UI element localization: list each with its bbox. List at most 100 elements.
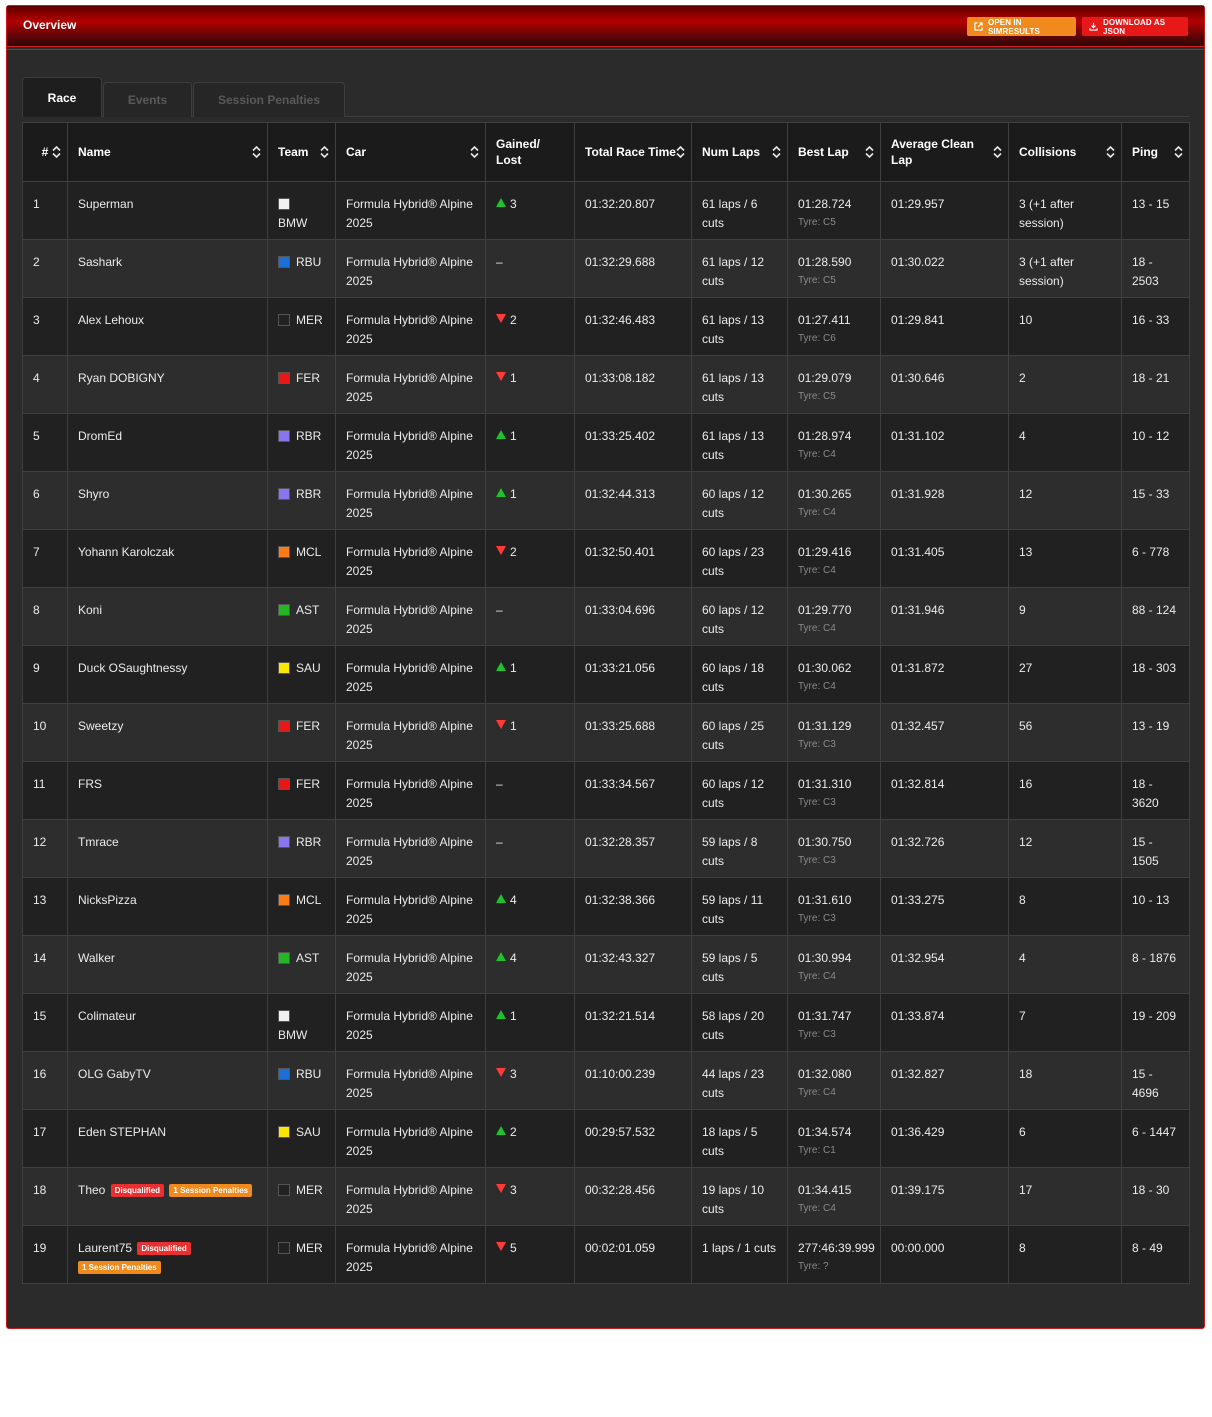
arrow-up-icon <box>496 662 506 671</box>
column-header-best-lap[interactable]: Best Lap <box>787 122 881 182</box>
session-penalties-badge: 1 Session Penalties <box>78 1261 161 1274</box>
race-results-table: # Name Team Car Gained/ Lost Total Race Time N… <box>22 122 1190 1284</box>
disqualified-badge: Disqualified <box>137 1242 191 1255</box>
num-laps-cell: 60 laps / 12 cuts <box>691 761 788 820</box>
total-race-time-cell: 01:32:38.366 <box>574 877 692 936</box>
download-json-button[interactable]: DOWNLOAD AS JSON <box>1082 17 1188 36</box>
team-label: MER <box>296 1183 323 1197</box>
average-clean-lap-cell: 01:30.646 <box>880 355 1009 414</box>
arrow-up-icon <box>496 430 506 439</box>
table-row: 15 Colimateur BMW Formula Hybrid® Alpine 20… <box>22 993 1190 1052</box>
total-race-time-cell: 01:33:08.182 <box>574 355 692 414</box>
team-color-swatch <box>278 1242 290 1254</box>
table-row: 3 Alex Lehoux MER Formula Hybrid® Alpine 20… <box>22 297 1190 356</box>
team-cell: SAU <box>267 645 336 704</box>
table-row: 5 DromEd RBR Formula Hybrid® Alpine 2025 1 01… <box>22 413 1190 472</box>
team-label: MER <box>296 313 323 327</box>
position-change-value: 1 <box>510 1009 517 1023</box>
collisions-cell: 9 <box>1008 587 1122 646</box>
open-in-simresults-button[interactable]: OPEN IN SIMRESULTS <box>967 17 1076 36</box>
sort-icon <box>1106 145 1115 159</box>
driver-name-cell: Ryan DOBIGNY <box>67 355 268 414</box>
average-clean-lap-cell: 01:32.457 <box>880 703 1009 762</box>
best-lap-time: 01:30.994 <box>798 951 852 965</box>
team-color-swatch <box>278 488 290 500</box>
driver-name: Theo <box>78 1183 106 1197</box>
average-clean-lap-cell: 01:30.022 <box>880 239 1009 298</box>
driver-name: Colimateur <box>78 1009 137 1023</box>
tyre-compound: Tyre: C3 <box>798 739 836 750</box>
total-race-time-cell: 01:33:25.402 <box>574 413 692 472</box>
tab-race[interactable]: Race <box>22 77 102 117</box>
table-row: 14 Walker AST Formula Hybrid® Alpine 2025 4 0… <box>22 935 1190 994</box>
driver-name: Superman <box>78 197 134 211</box>
column-header-label: # <box>41 145 49 159</box>
average-clean-lap-cell: 01:29.841 <box>880 297 1009 356</box>
num-laps-cell: 19 laps / 10 cuts <box>691 1167 788 1226</box>
column-header-team[interactable]: Team <box>267 122 336 182</box>
column-header-total-race-time[interactable]: Total Race Time <box>574 122 692 182</box>
tyre-compound: Tyre: C4 <box>798 507 836 518</box>
team-cell: AST <box>267 935 336 994</box>
gained-lost-cell: 1 <box>485 413 575 472</box>
average-clean-lap-cell: 01:33.275 <box>880 877 1009 936</box>
tyre-compound: Tyre: C1 <box>798 1145 836 1156</box>
team-label: MCL <box>296 893 322 907</box>
team-cell: RBR <box>267 471 336 530</box>
best-lap-cell: 01:28.974 Tyre: C4 <box>787 413 881 472</box>
tab-events[interactable]: Events <box>103 82 192 117</box>
best-lap-cell: 01:31.129 Tyre: C3 <box>787 703 881 762</box>
column-header-average-clean-lap[interactable]: Average Clean Lap <box>880 122 1009 182</box>
car-cell: Formula Hybrid® Alpine 2025 <box>335 703 486 762</box>
position-cell: 9 <box>22 645 68 704</box>
ping-cell: 18 - 30 <box>1121 1167 1190 1226</box>
position-change-value: 5 <box>510 1241 517 1255</box>
gained-lost-cell: 2 <box>485 529 575 588</box>
car-cell: Formula Hybrid® Alpine 2025 <box>335 761 486 820</box>
table-row: 2 Sashark RBU Formula Hybrid® Alpine 2025– 0… <box>22 239 1190 298</box>
best-lap-time: 01:30.265 <box>798 487 852 501</box>
position-cell: 4 <box>22 355 68 414</box>
car-cell: Formula Hybrid® Alpine 2025 <box>335 935 486 994</box>
team-color-swatch <box>278 430 290 442</box>
column-header-ping[interactable]: Ping <box>1121 122 1190 182</box>
team-label: AST <box>296 951 320 965</box>
num-laps-cell: 60 laps / 23 cuts <box>691 529 788 588</box>
column-header-collisions[interactable]: Collisions <box>1008 122 1122 182</box>
best-lap-cell: 277:46:39.999 Tyre: ? <box>787 1225 881 1284</box>
tyre-compound: Tyre: C3 <box>798 913 836 924</box>
team-cell: MCL <box>267 877 336 936</box>
num-laps-cell: 1 laps / 1 cuts <box>691 1225 788 1284</box>
ping-cell: 18 - 3620 <box>1121 761 1190 820</box>
column-header-name[interactable]: Name <box>67 122 268 182</box>
sort-icon <box>772 145 781 159</box>
team-label: RBR <box>296 835 322 849</box>
best-lap-time: 01:29.416 <box>798 545 852 559</box>
column-header-gained-lost[interactable]: Gained/ Lost <box>485 122 575 182</box>
team-label: MCL <box>296 545 322 559</box>
tab-session-penalties[interactable]: Session Penalties <box>193 82 345 117</box>
column-header-pos[interactable]: # <box>22 122 68 182</box>
total-race-time-cell: 01:32:28.357 <box>574 819 692 878</box>
driver-name-cell: Alex Lehoux <box>67 297 268 356</box>
collisions-cell: 8 <box>1008 877 1122 936</box>
best-lap-time: 01:28.724 <box>798 197 852 211</box>
best-lap-cell: 01:30.994 Tyre: C4 <box>787 935 881 994</box>
driver-name-cell: Koni <box>67 587 268 646</box>
column-header-car[interactable]: Car <box>335 122 486 182</box>
table-row: 7 Yohann Karolczak MCL Formula Hybrid® Alpi… <box>22 529 1190 588</box>
position-change-value: – <box>496 777 503 791</box>
column-header-num-laps[interactable]: Num Laps <box>691 122 788 182</box>
num-laps-cell: 61 laps / 13 cuts <box>691 413 788 472</box>
table-row: 6 Shyro RBR Formula Hybrid® Alpine 2025 1 01:… <box>22 471 1190 530</box>
best-lap-time: 01:31.610 <box>798 893 852 907</box>
gained-lost-cell: – <box>485 761 575 820</box>
driver-name-cell: NicksPizza <box>67 877 268 936</box>
team-cell: BMW <box>267 993 336 1052</box>
best-lap-cell: 01:28.724 Tyre: C5 <box>787 181 881 240</box>
driver-name: Walker <box>78 951 115 965</box>
position-change-value: 1 <box>510 371 517 385</box>
position-change-value: 3 <box>510 1067 517 1081</box>
table-row: 12 Tmrace RBR Formula Hybrid® Alpine 2025– 0… <box>22 819 1190 878</box>
position-cell: 15 <box>22 993 68 1052</box>
